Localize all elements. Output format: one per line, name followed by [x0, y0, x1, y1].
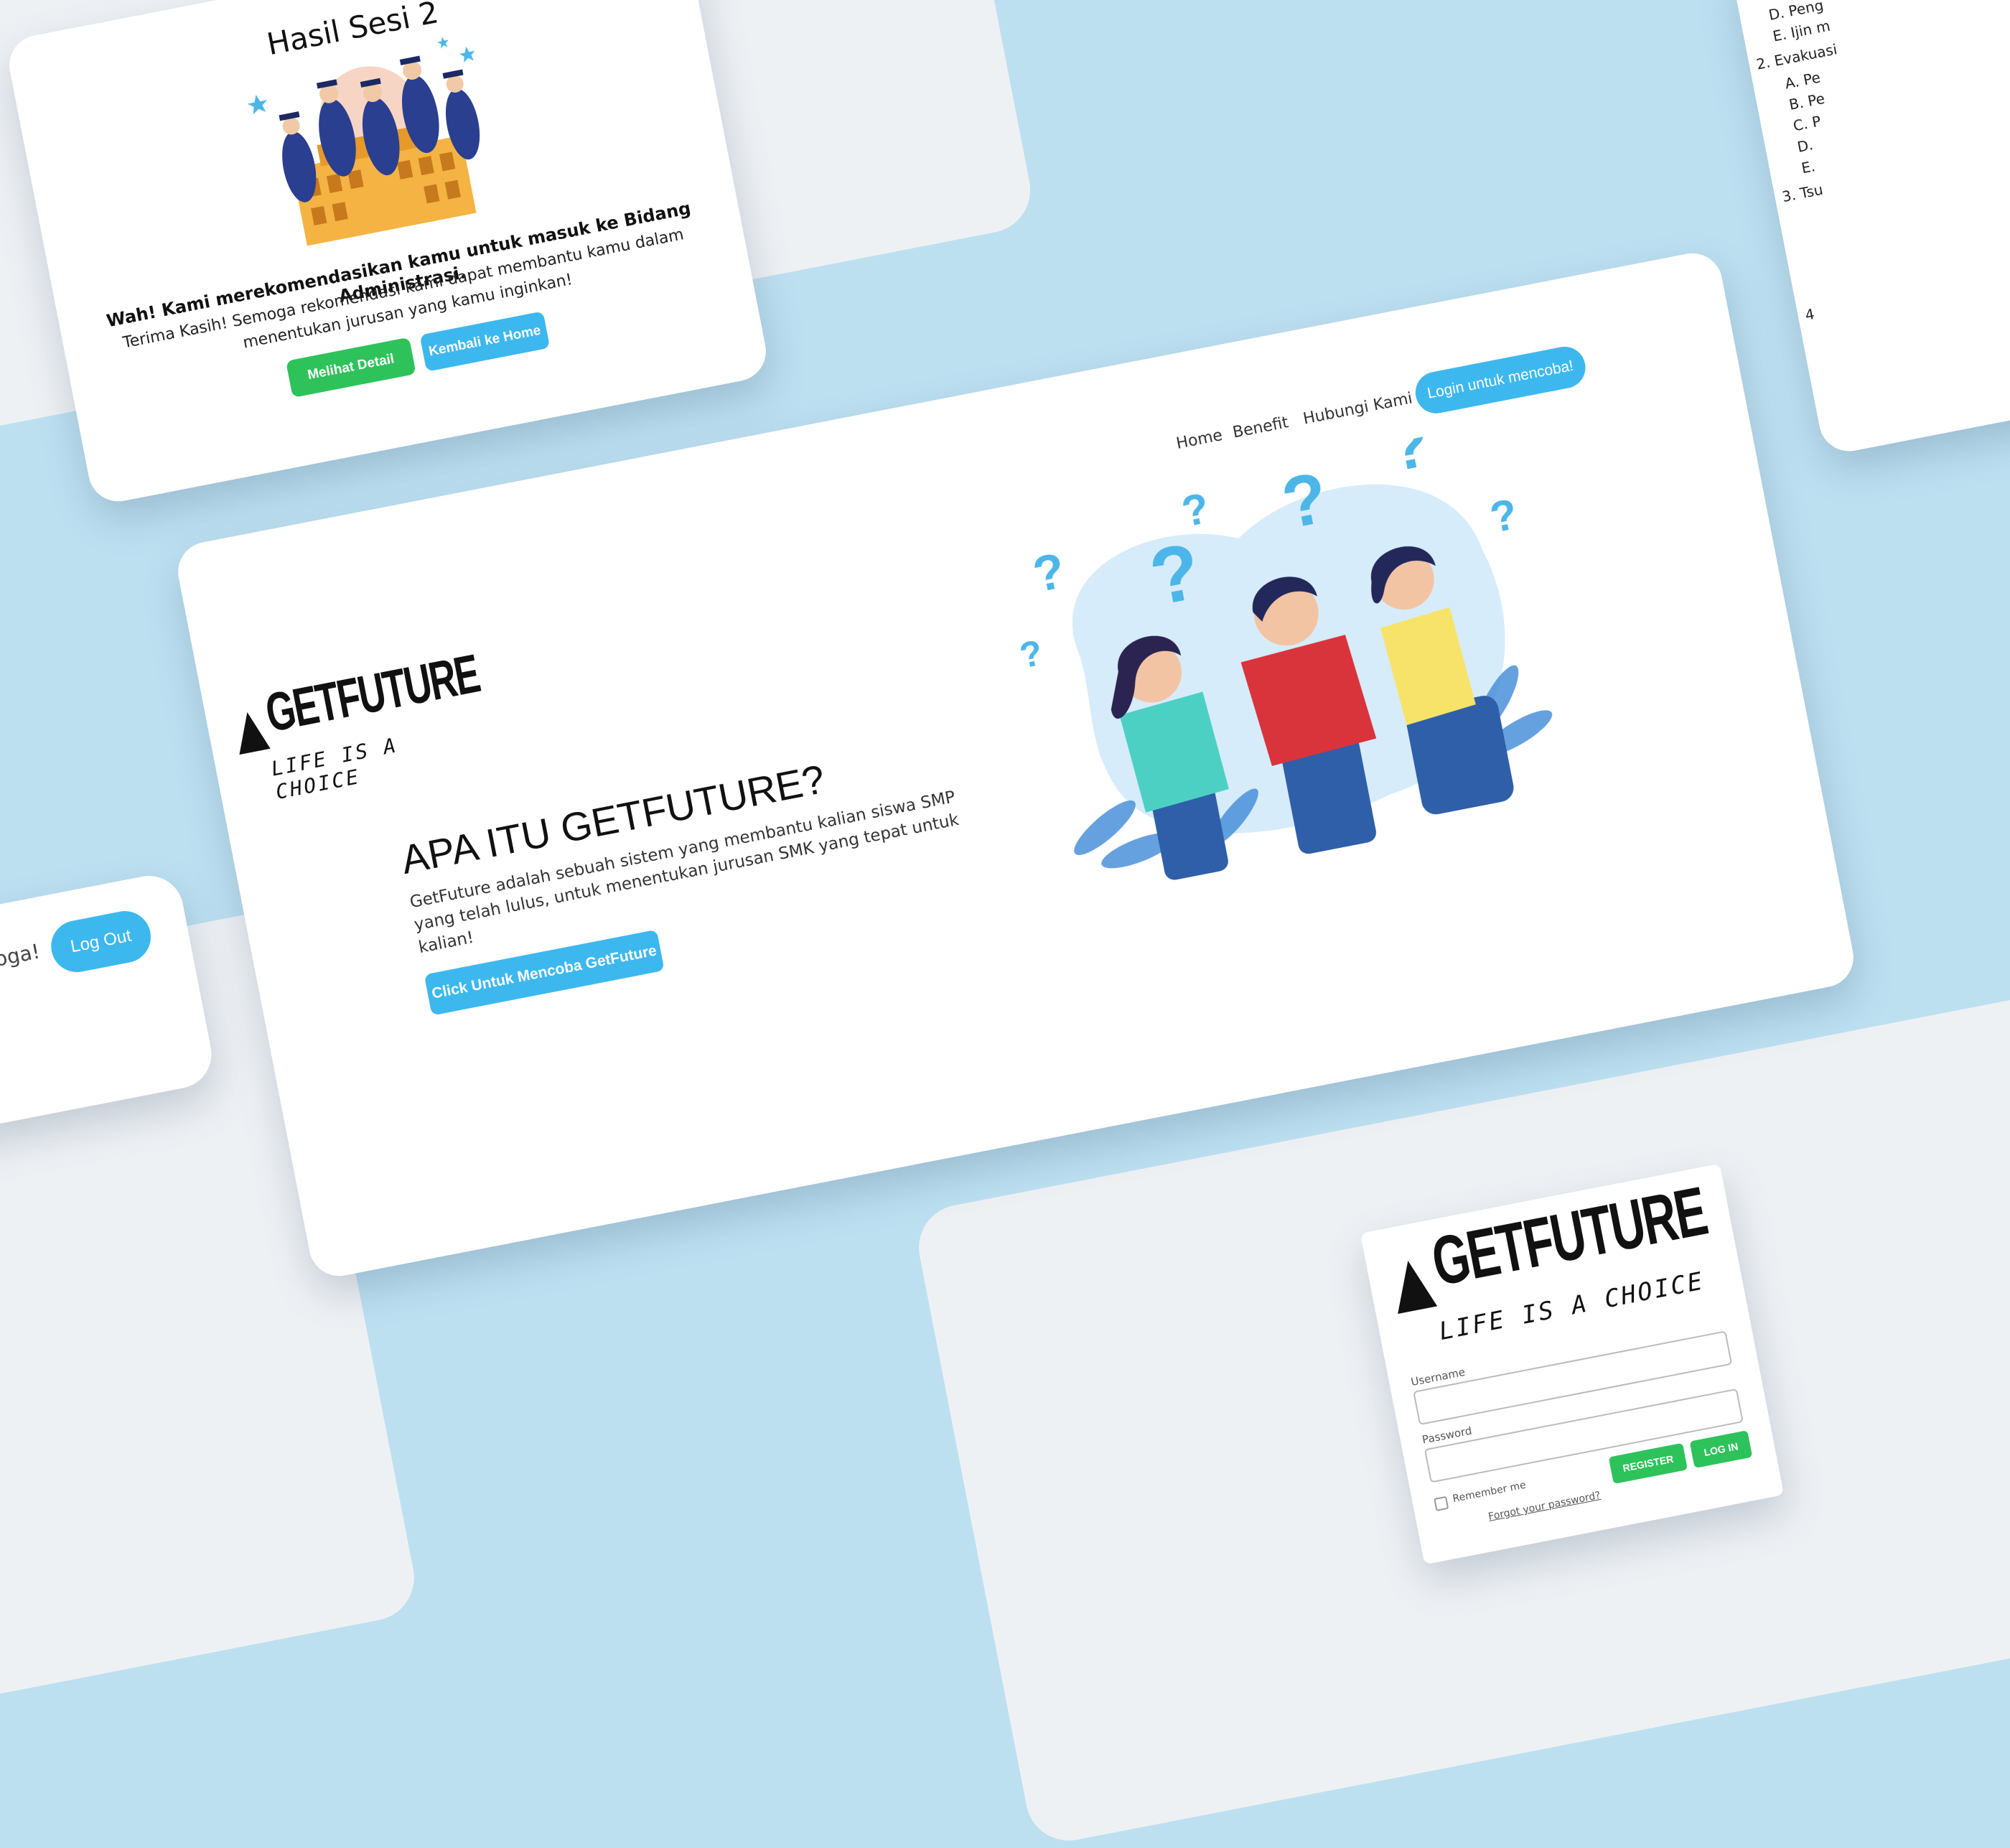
login-try-button[interactable]: Login untuk mencoba! — [1411, 342, 1589, 417]
result-card: Hasil Sesi 2 Wah! Kami merekomendasikan … — [4, 0, 772, 507]
quiz-option[interactable]: C. P — [1792, 112, 1823, 134]
quiz-item: C. — [1763, 0, 1781, 3]
nav-benefit[interactable]: Benefit — [1231, 414, 1290, 442]
question-mark-icon: ? — [1383, 416, 1436, 486]
nav-contact[interactable]: Hubungi Kami — [1301, 389, 1413, 428]
nav-home[interactable]: Home — [1175, 426, 1225, 453]
quiz-option[interactable]: D. — [1796, 136, 1815, 156]
remember-label: Remember me — [1452, 1479, 1528, 1506]
quiz-card: C. D. Peng E. Ijin m 2. Evakuasi A. Pe B… — [1729, 0, 2010, 457]
quiz-option[interactable]: B. Pe — [1787, 90, 1826, 113]
login-card: GETFUTURE LIFE IS A CHOICE Username Pass… — [1360, 1163, 1785, 1565]
quiz-option[interactable]: E. — [1800, 157, 1816, 177]
star-decoration — [247, 95, 268, 115]
detail-button[interactable]: Melihat Detail — [286, 337, 416, 398]
quiz-question: 3. Tsu — [1780, 180, 1825, 206]
star-decoration — [459, 47, 475, 63]
back-home-button[interactable]: Kembali ke Home — [419, 311, 551, 372]
confused-students-illustration: ? ? ? ? ? ? ? — [1016, 416, 1553, 880]
logo-arrow-icon — [231, 709, 271, 755]
question-mark-icon: ? — [1486, 490, 1521, 542]
login-button[interactable]: LOG IN — [1689, 1430, 1753, 1469]
register-button[interactable]: REGISTER — [1608, 1442, 1688, 1485]
quiz-question: 4 — [1803, 305, 1816, 325]
logo-arrow-icon — [1388, 1256, 1438, 1315]
question-mark-icon: ? — [1016, 633, 1046, 676]
question-mark-icon: ? — [1029, 542, 1070, 603]
quiz-option[interactable]: A. Pe — [1783, 68, 1821, 92]
remember-checkbox[interactable] — [1434, 1495, 1449, 1511]
quiz-question: 2. Evakuasi — [1754, 40, 1839, 73]
star-decoration — [437, 37, 449, 49]
landing-logo: GETFUTURE LIFE IS A CHOICE — [230, 644, 484, 804]
logout-button[interactable]: Log Out — [47, 906, 156, 977]
user-greeting: Yoga! — [0, 939, 42, 974]
graduation-illustration — [247, 37, 480, 246]
